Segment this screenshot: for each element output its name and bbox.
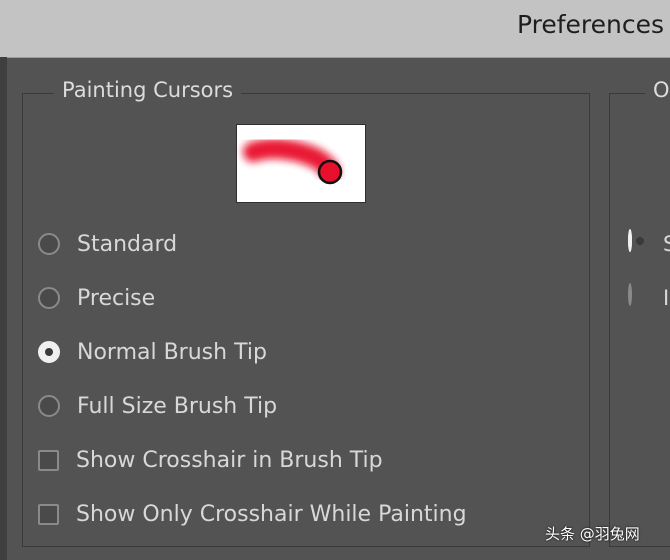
radio-precise-label: Precise [77,285,156,311]
radio-full-size-brush-tip-indicator[interactable] [38,395,60,417]
radio-normal-brush-tip[interactable]: Normal Brush Tip [38,338,267,366]
radio-precise-indicator[interactable] [38,287,60,309]
checkbox-show-only-crosshair-label: Show Only Crosshair While Painting [76,501,467,527]
other-cursors-group [609,93,670,547]
window-title: Preferences [517,10,665,39]
checkbox-show-only-crosshair-box[interactable] [38,503,59,525]
checkbox-show-only-crosshair[interactable]: Show Only Crosshair While Painting [38,500,467,528]
other-cursors-radio-2[interactable]: I [628,283,669,311]
brush-stroke-preview-icon [243,138,343,185]
checkbox-show-crosshair-box[interactable] [38,449,59,471]
title-bar: Preferences [0,0,670,58]
radio-standard-label: Standard [77,231,178,257]
radio-standard[interactable]: Standard [38,230,177,258]
other-cursors-radio-1-indicator[interactable] [628,229,632,252]
radio-full-size-brush-tip-label: Full Size Brush Tip [77,393,278,419]
window-left-edge [0,57,7,560]
radio-standard-indicator[interactable] [38,233,60,255]
other-cursors-radio-2-label: I [663,286,670,310]
other-cursors-radio-1-label: S [663,232,670,256]
brush-cursor-preview [236,124,366,203]
other-cursors-radio-2-indicator[interactable] [628,283,632,306]
radio-normal-brush-tip-label: Normal Brush Tip [77,339,267,365]
painting-cursors-legend: Painting Cursors [54,78,242,102]
checkbox-show-crosshair-label: Show Crosshair in Brush Tip [76,447,383,473]
radio-precise[interactable]: Precise [38,284,155,312]
checkbox-show-crosshair[interactable]: Show Crosshair in Brush Tip [38,446,383,474]
radio-normal-brush-tip-indicator[interactable] [38,341,60,363]
other-cursors-radio-1[interactable]: S [628,229,670,257]
watermark: 头条 @羽兔网 [545,525,640,543]
radio-full-size-brush-tip[interactable]: Full Size Brush Tip [38,392,277,420]
other-cursors-legend: O [645,78,670,102]
